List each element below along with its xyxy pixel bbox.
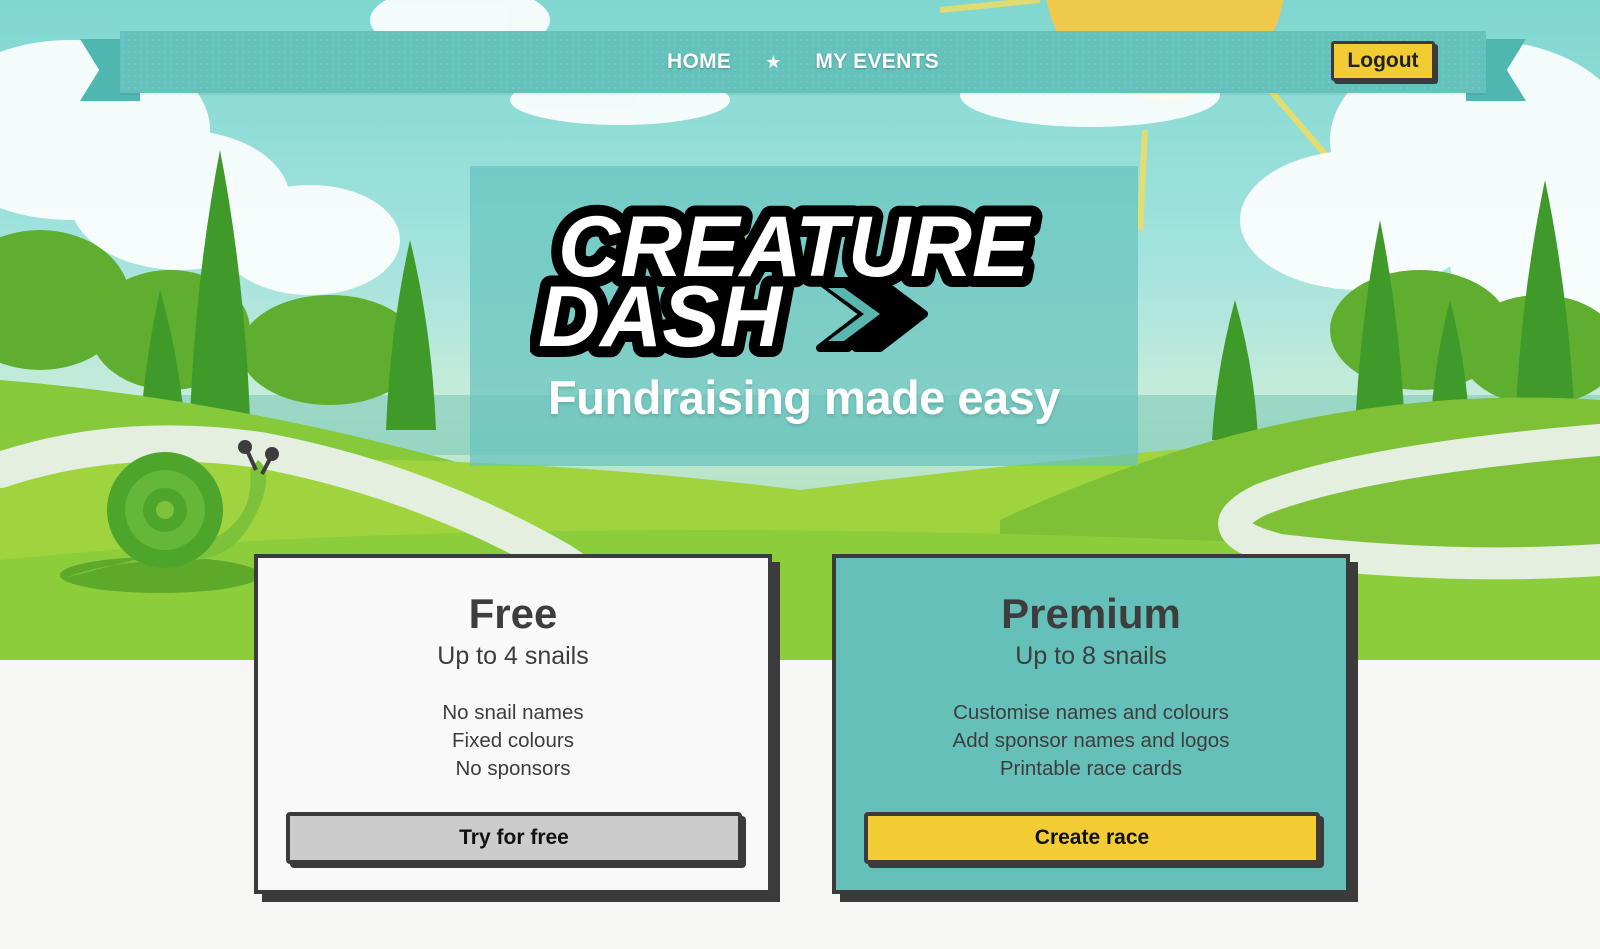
feature-item: Printable race cards: [999, 757, 1183, 780]
feature-item: Customise names and colours: [953, 701, 1229, 724]
feature-item: Fixed colours: [452, 729, 574, 752]
plan-subtitle: Up to 4 snails: [437, 642, 589, 670]
plan-title: Free: [468, 590, 558, 637]
free-plan-card: Free Up to 4 snails No snail names Fixed…: [254, 554, 772, 894]
creature-dash-logo: CREATURE DASH CREATURE DASH: [530, 188, 1043, 366]
plan-features: Customise names and colours Add sponsor …: [836, 699, 1346, 783]
star-icon: ★: [765, 51, 782, 72]
logout-button[interactable]: Logout: [1331, 41, 1435, 81]
premium-plan-card: Premium Up to 8 snails Customise names a…: [832, 554, 1350, 894]
hero-logo-panel: CREATURE DASH CREATURE DASH Fundraising …: [470, 166, 1138, 466]
nav-links: HOME ★ MY EVENTS: [120, 31, 1486, 93]
create-race-button[interactable]: Create race: [864, 812, 1320, 864]
nav-bar: HOME ★ MY EVENTS Logout: [120, 31, 1486, 93]
try-for-free-button[interactable]: Try for free: [286, 812, 742, 864]
nav-my-events-link[interactable]: MY EVENTS: [815, 50, 939, 74]
nav-home-link[interactable]: HOME: [667, 50, 731, 74]
feature-item: Add sponsor names and logos: [952, 729, 1230, 752]
plan-subtitle: Up to 8 snails: [1015, 642, 1167, 670]
hero-tagline: Fundraising made easy: [548, 371, 1060, 424]
plan-title: Premium: [1001, 590, 1181, 637]
top-nav-banner: HOME ★ MY EVENTS Logout: [80, 31, 1526, 101]
plan-features: No snail names Fixed colours No sponsors: [258, 699, 768, 783]
feature-item: No sponsors: [455, 757, 571, 780]
logo-text-line2: DASH: [538, 269, 784, 365]
feature-item: No snail names: [442, 701, 584, 724]
